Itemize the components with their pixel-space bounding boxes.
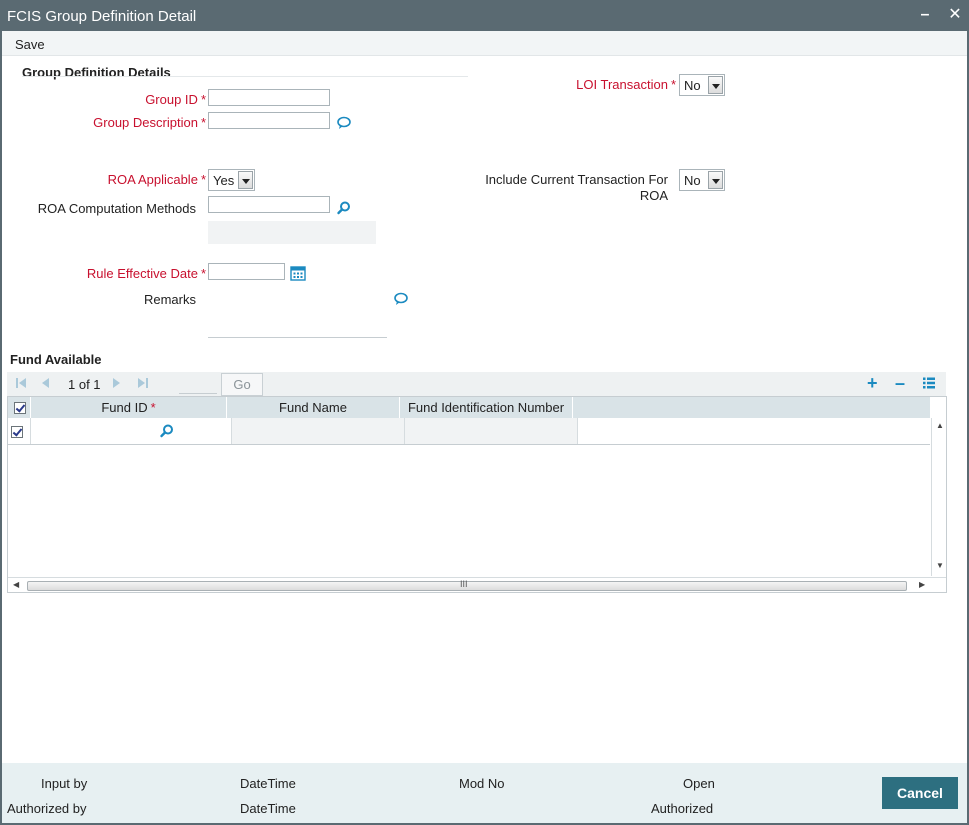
fund-identification-number-cell xyxy=(405,418,578,444)
next-page-icon[interactable] xyxy=(111,377,123,389)
authorized-by-label: Authorized by xyxy=(7,801,87,816)
single-record-view-icon[interactable] xyxy=(922,376,936,390)
speech-bubble-icon[interactable] xyxy=(393,291,409,307)
last-page-icon[interactable] xyxy=(137,377,149,389)
speech-bubble-icon[interactable] xyxy=(336,115,352,131)
column-header-fund-id[interactable]: Fund ID * xyxy=(31,397,227,418)
grid-pager: 1 of 1 Go + – xyxy=(7,372,946,396)
include-current-value: No xyxy=(684,173,701,188)
row-select-cell xyxy=(8,418,31,444)
menu-bar: Save xyxy=(2,31,967,56)
horizontal-scrollbar[interactable]: ◀ III ▶ xyxy=(8,577,946,592)
mod-no-label: Mod No xyxy=(459,776,505,791)
group-description-label: Group Description * xyxy=(93,115,206,130)
group-id-input[interactable] xyxy=(208,89,330,106)
authorized-label: Authorized xyxy=(651,801,714,816)
fund-id-cell[interactable] xyxy=(31,418,232,444)
section-title: Group Definition Details xyxy=(22,65,171,80)
group-description-input[interactable] xyxy=(208,112,330,129)
roa-computation-description xyxy=(208,221,376,244)
minimize-button[interactable]: – xyxy=(915,5,935,25)
datetime-label: DateTime xyxy=(240,801,296,816)
close-button[interactable]: ✕ xyxy=(945,5,965,25)
scrollbar-thumb[interactable]: III xyxy=(27,579,907,591)
remarks-input[interactable] xyxy=(208,337,387,338)
window-title: FCIS Group Definition Detail xyxy=(7,8,197,25)
chevron-down-icon xyxy=(708,171,723,189)
rule-effective-date-label: Rule Effective Date * xyxy=(86,266,206,281)
fund-name-cell xyxy=(232,418,405,444)
remarks-label: Remarks xyxy=(143,292,196,307)
scroll-down-icon[interactable]: ▼ xyxy=(936,561,944,570)
include-current-label: Include Current Transaction For ROA xyxy=(485,172,668,203)
rule-effective-date-input[interactable] xyxy=(208,263,285,280)
add-row-button[interactable]: + xyxy=(867,374,878,392)
page-indicator: 1 of 1 xyxy=(68,377,101,392)
loi-transaction-label: LOI Transaction * xyxy=(576,77,676,92)
scroll-left-icon[interactable]: ◀ xyxy=(13,580,19,589)
select-all-checkbox[interactable] xyxy=(14,402,26,414)
include-current-select[interactable]: No xyxy=(679,169,725,191)
group-id-label: Group ID * xyxy=(145,92,206,107)
loi-transaction-value: No xyxy=(684,78,701,93)
row-checkbox[interactable] xyxy=(11,426,23,438)
roa-applicable-value: Yes xyxy=(213,173,235,188)
scrollbar-grip-icon: III xyxy=(460,579,468,589)
scroll-right-icon[interactable]: ▶ xyxy=(919,580,925,589)
roa-applicable-select[interactable]: Yes xyxy=(208,169,255,191)
chevron-down-icon xyxy=(238,171,253,189)
grid-header: Fund ID * Fund Name Fund Identification N… xyxy=(8,397,930,418)
fund-available-title: Fund Available xyxy=(10,352,102,367)
vertical-scrollbar[interactable]: ▲ ▼ xyxy=(931,418,946,576)
cancel-button[interactable]: Cancel xyxy=(882,777,958,809)
datetime-label: DateTime xyxy=(240,776,296,791)
calendar-icon[interactable] xyxy=(290,265,306,281)
page-number-input[interactable] xyxy=(179,373,217,394)
window-titlebar: FCIS Group Definition Detail – ✕ xyxy=(0,0,969,31)
fund-grid: Fund ID * Fund Name Fund Identification N… xyxy=(7,396,947,593)
search-icon[interactable] xyxy=(336,200,352,216)
go-button[interactable]: Go xyxy=(221,373,263,396)
header-select-all-cell xyxy=(8,397,31,418)
audit-footer: Input by DateTime Mod No Open Authorized… xyxy=(2,763,967,823)
scroll-up-icon[interactable]: ▲ xyxy=(936,421,944,430)
column-header-fund-name[interactable]: Fund Name xyxy=(227,397,400,418)
input-by-label: Input by xyxy=(41,776,88,791)
first-page-icon[interactable] xyxy=(15,377,27,389)
roa-computation-label: ROA Computation Methods xyxy=(37,201,196,216)
roa-computation-input[interactable] xyxy=(208,196,330,213)
previous-page-icon[interactable] xyxy=(39,377,51,389)
delete-row-button[interactable]: – xyxy=(895,374,905,392)
roa-applicable-label: ROA Applicable * xyxy=(107,172,206,187)
chevron-down-icon xyxy=(708,76,723,94)
loi-transaction-select[interactable]: No xyxy=(679,74,725,96)
save-button[interactable]: Save xyxy=(15,37,45,52)
table-row xyxy=(8,418,930,445)
column-header-fund-identification-number[interactable]: Fund Identification Number xyxy=(400,397,573,418)
section-divider xyxy=(22,76,468,77)
open-label: Open xyxy=(683,776,715,791)
search-icon[interactable] xyxy=(159,423,175,439)
